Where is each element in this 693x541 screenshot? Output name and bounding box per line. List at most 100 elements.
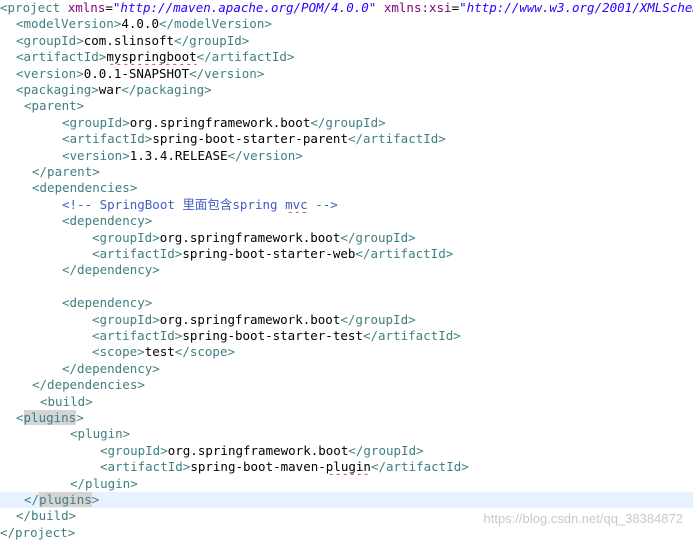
code-token-txt: 4.0.0	[121, 16, 159, 32]
code-line: <artifactId>spring-boot-starter-web</art…	[0, 246, 693, 262]
code-line: <plugins>	[0, 410, 693, 426]
code-token-tag: <	[16, 410, 24, 425]
code-token-tag: <build>	[40, 393, 93, 409]
code-token-sq: plugin	[325, 459, 371, 475]
code-token-tag: </artifactId>	[347, 131, 446, 147]
code-token-tag: <modelVersion>	[16, 16, 122, 32]
code-line: <artifactId>spring-boot-starter-test</ar…	[0, 328, 693, 344]
code-token-txt: spring-boot-starter-parent	[152, 131, 348, 147]
code-line: <dependency>	[0, 295, 693, 311]
code-token-txt: org.springframework.boot	[129, 114, 311, 130]
code-token-csq: mvc	[285, 196, 308, 212]
code-token-tag: <version>	[16, 65, 84, 81]
code-token-tag: </groupId>	[348, 442, 424, 458]
code-token-tag: <parent>	[24, 98, 85, 114]
code-token-txt: org.springframework.boot	[167, 442, 349, 458]
code-token-tag: </artifactId>	[362, 328, 461, 343]
code-token-tag: <artifactId>	[16, 49, 107, 65]
code-token-tag: </	[24, 492, 40, 507]
code-line: <scope>test</scope>	[0, 344, 693, 360]
code-line: <dependencies>	[0, 180, 693, 196]
code-line: </dependency>	[0, 361, 693, 377]
code-line: </parent>	[0, 164, 693, 180]
code-token-tag: </project>	[0, 524, 76, 540]
code-token-tag: <artifactId>	[62, 131, 153, 147]
code-token-comment: -->	[307, 196, 338, 212]
code-token-tag: <dependency>	[62, 295, 153, 311]
watermark-text: https://blog.csdn.net/qq_38384872	[483, 511, 684, 526]
code-token-tag: <groupId>	[100, 442, 168, 458]
code-token-tag: </artifactId>	[196, 49, 295, 65]
code-token-tag: </scope>	[174, 344, 236, 360]
code-token-txt: com.slinsoft	[83, 32, 175, 48]
code-token-tag: </modelVersion>	[159, 16, 272, 32]
code-token-txt: test	[144, 344, 175, 360]
code-line: </plugin>	[0, 476, 693, 492]
code-line: </plugins>	[0, 492, 693, 508]
code-token-tag: <groupId>	[92, 311, 160, 327]
code-token-tag: <artifactId>	[92, 246, 183, 261]
code-token-attr: xmlns:xsi	[383, 0, 452, 15]
code-token-txt: 1.3.4.RELEASE	[129, 147, 228, 163]
code-token-tag: </build>	[16, 508, 77, 524]
code-token-tag: </artifactId>	[370, 459, 469, 475]
code-token-taghl: plugins	[23, 410, 77, 425]
code-line: </dependency>	[0, 262, 693, 278]
code-token-tag: </version>	[189, 65, 265, 81]
code-token-txt: =	[105, 0, 113, 15]
code-token-tag: >	[76, 410, 84, 425]
code-token-tag: <groupId>	[16, 32, 84, 48]
code-line: <!-- SpringBoot 里面包含spring mvc -->	[0, 197, 693, 213]
code-token-tag: <groupId>	[62, 114, 130, 130]
code-token-tag: </groupId>	[174, 32, 250, 48]
code-line: <groupId>org.springframework.boot</group…	[0, 115, 693, 131]
code-line: <plugin>	[0, 426, 693, 442]
code-token-txt: 0.0.1-SNAPSHOT	[83, 65, 190, 81]
code-token-txt: spring-boot-starter-web	[182, 246, 356, 261]
code-line: <artifactId>myspringboot</artifactId>	[0, 49, 693, 65]
code-token-tag: <packaging>	[16, 82, 99, 97]
code-line: <artifactId>spring-boot-maven-plugin</ar…	[0, 459, 693, 475]
code-token-tag: >	[91, 492, 100, 507]
code-token-txt: spring-boot-starter-test	[182, 328, 363, 343]
code-token-tag: </parent>	[32, 164, 100, 179]
code-line: </dependencies>	[0, 377, 693, 393]
code-token-taghl: plugins	[39, 492, 92, 507]
code-token-tag: <dependency>	[62, 213, 153, 229]
code-token-val: "http://maven.apache.org/POM/4.0.0"	[112, 0, 377, 15]
code-line: <groupId>org.springframework.boot</group…	[0, 230, 693, 246]
code-token-tag: <artifactId>	[92, 328, 183, 343]
code-line: <version>1.3.4.RELEASE</version>	[0, 148, 693, 164]
code-token-tag: </plugin>	[70, 475, 138, 491]
code-line: <dependency>	[0, 213, 693, 229]
code-token-tag: </packaging>	[121, 82, 212, 97]
code-token-tag: <version>	[62, 147, 130, 163]
code-token-sq: myspringboot	[106, 49, 197, 65]
code-token-txt: war	[98, 82, 122, 97]
code-token-tag: <artifactId>	[100, 459, 191, 475]
code-token-tag: </groupId>	[340, 229, 416, 245]
code-line: <groupId>org.springframework.boot</group…	[0, 443, 693, 459]
code-token-tag: </dependency>	[62, 360, 160, 376]
code-token-txt: =	[451, 0, 460, 15]
code-token-tag: </groupId>	[310, 114, 386, 130]
code-line: <packaging>war</packaging>	[0, 82, 693, 98]
code-token-tag: <plugin>	[70, 426, 131, 442]
code-token-tag: </artifactId>	[355, 246, 454, 261]
code-token-tag: <project	[0, 0, 68, 15]
code-line: <groupId>org.springframework.boot</group…	[0, 312, 693, 328]
code-token-tag: </dependencies>	[32, 377, 145, 393]
code-line: </project>	[0, 525, 693, 541]
code-token-tag: <dependencies>	[32, 180, 138, 196]
code-token-comment: <!-- SpringBoot 里面包含spring	[62, 196, 286, 212]
code-line: <project xmlns="http://maven.apache.org/…	[0, 0, 693, 16]
code-line: <artifactId>spring-boot-starter-parent</…	[0, 131, 693, 147]
code-token-tag: </dependency>	[62, 262, 160, 278]
code-line: <version>0.0.1-SNAPSHOT</version>	[0, 66, 693, 82]
code-line: <modelVersion>4.0.0</modelVersion>	[0, 16, 693, 32]
code-line: <parent>	[0, 98, 693, 114]
code-token-tag: </groupId>	[340, 311, 416, 327]
code-editor[interactable]: <project xmlns="http://maven.apache.org/…	[0, 0, 693, 540]
